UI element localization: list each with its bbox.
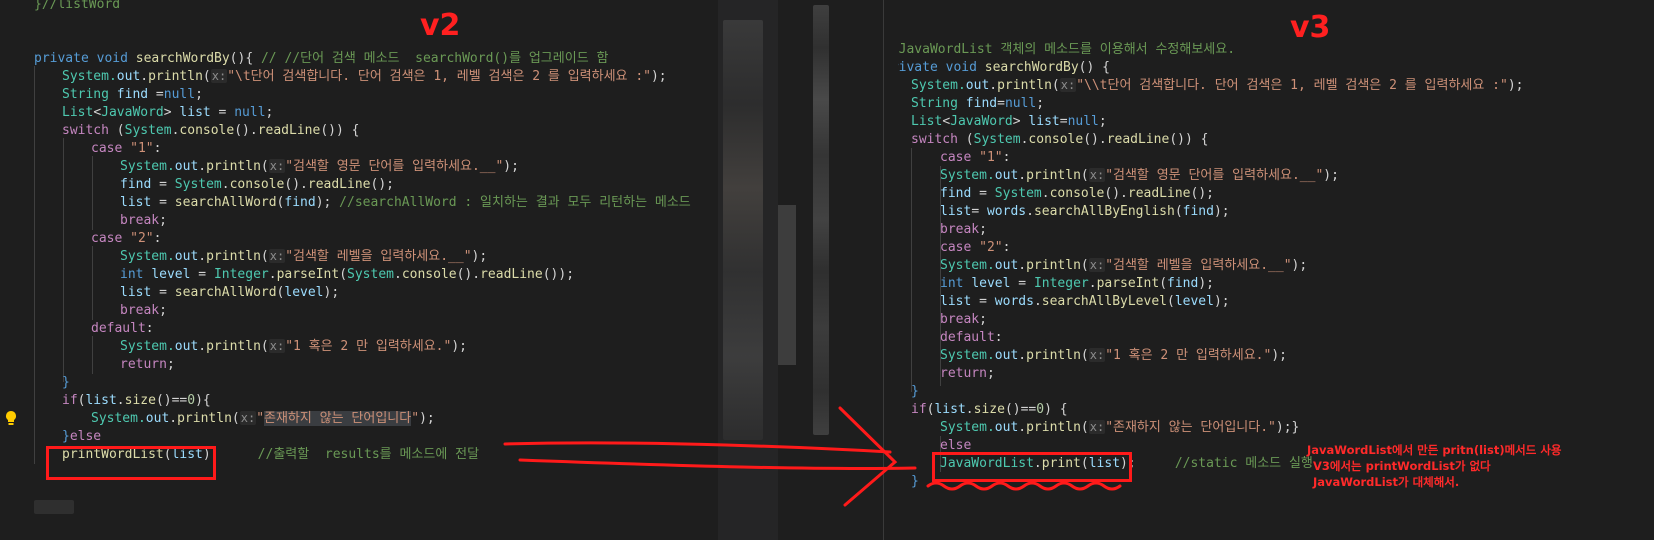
code-line[interactable]: switch (System.console().readLine()) { (62, 121, 359, 140)
code-line[interactable]: list = words.searchAllByLevel(level); (940, 292, 1230, 311)
code-line[interactable]: List<JavaWord> list=null; (911, 112, 1107, 131)
annotation-note-line1: JavaWordList에서 만든 pritn(list)메서드 사용 (1307, 443, 1562, 457)
lightbulb-icon[interactable] (4, 410, 18, 426)
divider (883, 0, 884, 540)
code-line[interactable]: System.out.println(x:"\\t단어 검색합니다. 단어 검색… (911, 76, 1523, 95)
highlight-box-v3 (932, 452, 1132, 482)
code-line[interactable]: default: (91, 319, 154, 338)
selected-text: 존재하지 않는 단어입니다 (264, 411, 412, 426)
code-line[interactable]: find = System.console().readLine(); (940, 184, 1214, 203)
code-line[interactable]: switch (System.console().readLine()) { (911, 130, 1208, 149)
annotation-note-line2: V3에서는 printWordList가 없다 (1313, 459, 1491, 473)
code-line[interactable]: } (911, 472, 919, 491)
code-line[interactable]: break; (120, 211, 167, 230)
code-line[interactable]: break; (120, 301, 167, 320)
code-line[interactable]: System.out.println(x:"검색할 영문 단어를 입력하세요._… (940, 166, 1339, 185)
code-line[interactable]: int level = Integer.parseInt(find); (940, 274, 1214, 293)
code-line[interactable]: case "1": (940, 148, 1010, 167)
annotation-note-line3: JavaWordList가 대체해서. (1313, 475, 1460, 489)
code-line[interactable]: return; (120, 355, 175, 374)
code-line[interactable]: System.out.println(x:"존재하지 않는 단어입니다"); (91, 409, 435, 428)
code-line[interactable]: System.out.println(x:"\t단어 검색합니다. 단어 검색은… (62, 67, 667, 86)
minimap-blur (813, 5, 829, 435)
scrollbar-thumb[interactable] (778, 205, 796, 365)
highlight-box-v2 (46, 446, 216, 480)
code-line[interactable]: }//listWord (34, 0, 120, 14)
indent-guide (911, 148, 912, 392)
code-line[interactable]: default: (940, 328, 1003, 347)
minimap[interactable] (778, 0, 898, 540)
code-line[interactable]: private void searchWordBy(){ // //단어 검색 … (34, 49, 608, 68)
code-line[interactable]: return; (940, 364, 995, 383)
code-line[interactable]: break; (940, 220, 987, 239)
code-line[interactable]: int level = Integer.parseInt(System.cons… (120, 265, 574, 284)
blurred-content (34, 500, 74, 514)
code-line[interactable]: find = System.console().readLine(); (120, 175, 394, 194)
code-line[interactable]: }else (62, 427, 101, 446)
code-line[interactable]: private void searchWordBy() { (898, 58, 1110, 77)
code-line[interactable]: List<JavaWord> list = null; (62, 103, 273, 122)
code-line[interactable]: list= words.searchAllByEnglish(find); (940, 202, 1230, 221)
code-line[interactable]: System.out.println(x:"1 혹은 2 만 입력하세요."); (940, 346, 1287, 365)
code-line[interactable]: String find =null; (62, 85, 203, 104)
code-line[interactable]: String find=null; (911, 94, 1044, 113)
code-line[interactable]: case "2": (91, 229, 161, 248)
blurred-content (723, 20, 763, 440)
indent-guide (92, 336, 93, 374)
code-line[interactable]: list = searchAllWord(find); //searchAllW… (120, 193, 691, 212)
code-line[interactable]: case "2": (940, 238, 1010, 257)
code-line[interactable]: case "1": (91, 139, 161, 158)
version-label-v3: v3 (1290, 10, 1331, 45)
code-line[interactable]: } (911, 382, 919, 401)
indent-guide (92, 156, 93, 230)
indent-guide (34, 66, 35, 464)
code-line[interactable]: if(list.size()==0) { (911, 400, 1068, 419)
code-line[interactable]: System.out.println(x:"검색할 레벨을 입력하세요.__")… (940, 256, 1307, 275)
indent-guide (63, 138, 64, 382)
code-line[interactable]: list = searchAllWord(level); (120, 283, 339, 302)
blurred-panel (718, 0, 778, 540)
code-line[interactable]: //JavaWordList 객체의 메소드를 이용해서 수정해보세요. (898, 40, 1235, 59)
code-line[interactable]: System.out.println(x:"1 혹은 2 만 입력하세요."); (120, 337, 467, 356)
code-line[interactable]: System.out.println(x:"검색할 영문 단어를 입력하세요._… (120, 157, 519, 176)
code-line[interactable]: break; (940, 310, 987, 329)
code-line[interactable]: System.out.println(x:"검색할 레벨을 입력하세요.__")… (120, 247, 487, 266)
code-line[interactable]: } (62, 373, 70, 392)
code-line[interactable]: if(list.size()==0){ (62, 391, 211, 410)
indent-guide (92, 246, 93, 320)
version-label-v2: v2 (420, 8, 461, 43)
code-line[interactable]: System.out.println(x:"존재하지 않는 단어입니다.");} (940, 418, 1299, 437)
